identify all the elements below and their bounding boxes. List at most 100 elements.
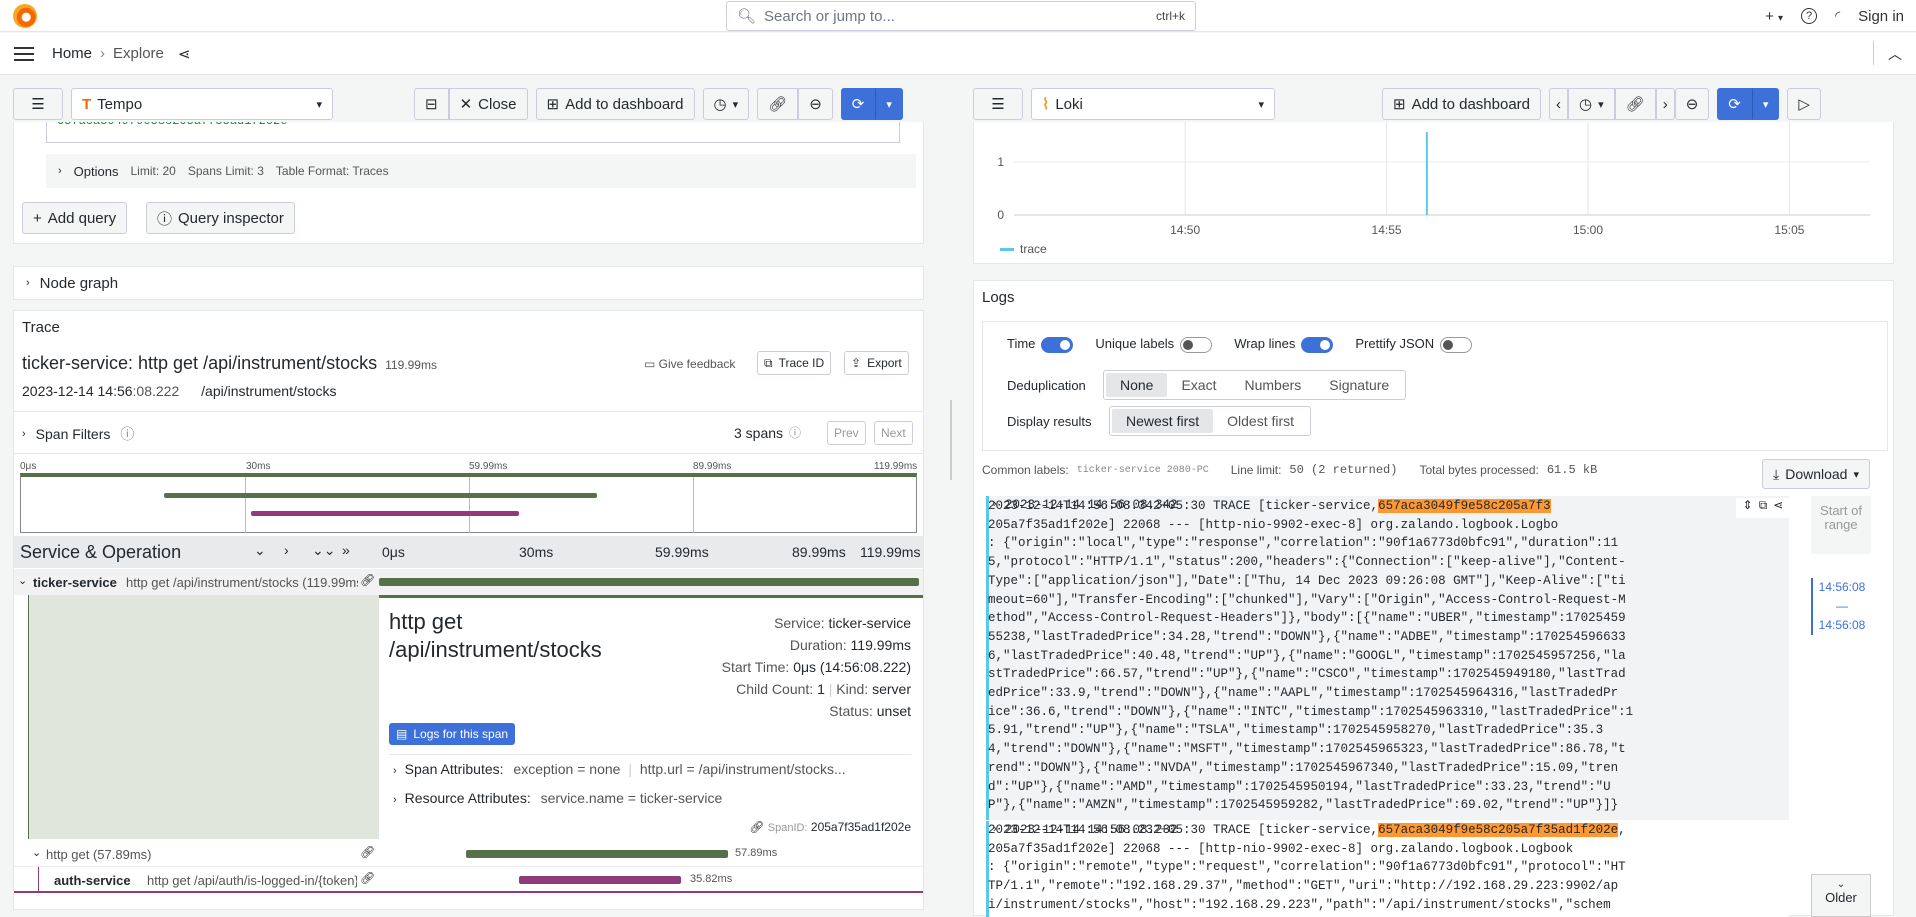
trace-id-input[interactable]: 657aca3049f9e58c205a7f35ad1f202e bbox=[46, 122, 900, 143]
toggle-switch bbox=[1440, 336, 1473, 353]
link-icon[interactable]: 🔗︎ bbox=[360, 573, 375, 587]
next-button[interactable]: Next bbox=[874, 421, 913, 445]
sign-in-link[interactable]: Sign in bbox=[1858, 8, 1904, 25]
collapse-icon[interactable]: ︿ bbox=[1888, 44, 1902, 64]
span-row[interactable]: ⌄ http get (57.89ms) 🔗︎ 57.89ms bbox=[14, 841, 923, 867]
add-to-dashboard-button-right[interactable]: ⊞ Add to dashboard bbox=[1382, 88, 1542, 120]
node-graph-panel[interactable]: › Node graph bbox=[13, 266, 924, 300]
dedup-radio-group: None Exact Numbers Signature bbox=[1103, 370, 1407, 400]
link-icon[interactable]: 🔗︎ bbox=[749, 820, 764, 834]
close-label: Close bbox=[478, 95, 517, 113]
logs-for-span-button[interactable]: ▤ Logs for this span bbox=[389, 723, 516, 745]
time-picker-left[interactable]: ◷ ▾ bbox=[702, 88, 750, 120]
zoom-out-button[interactable]: ⊖ bbox=[798, 88, 833, 120]
datasource-picker-left[interactable]: T Tempo ▾ bbox=[71, 88, 333, 120]
span-child-count: 1 bbox=[817, 681, 825, 697]
collapse-all-icon[interactable]: ⌄⌄ bbox=[312, 542, 335, 559]
top-bar: 🔍︎ Search or jump to... ctrl+k + ▾ ? ◜ S… bbox=[0, 0, 1916, 32]
sync-times-button[interactable]: 🔗︎ bbox=[757, 88, 799, 120]
trace-id-button[interactable]: ⧉ Trace ID bbox=[757, 351, 832, 375]
download-button[interactable]: ⤓ Download ▾ bbox=[1762, 459, 1870, 489]
meta-label: Kind: bbox=[836, 681, 869, 697]
unique-labels-toggle[interactable]: Unique labels bbox=[1095, 336, 1213, 353]
range-marker[interactable]: 14:56:08 — 14:56:08 bbox=[1811, 578, 1871, 635]
run-query-dropdown-left[interactable]: ▾ bbox=[875, 88, 903, 120]
trace-url: /api/instrument/stocks bbox=[201, 383, 337, 399]
export-button[interactable]: ⇪ Export bbox=[844, 351, 909, 375]
minimap-tick: 30ms bbox=[246, 461, 271, 472]
prettify-json-toggle[interactable]: Prettify JSON bbox=[1355, 336, 1473, 353]
query-options-row[interactable]: › Options Limit: 20 Spans Limit: 3 Table… bbox=[46, 154, 916, 188]
chevron-down-icon: ⌄ bbox=[32, 847, 42, 859]
span-row[interactable]: auth-service http get /api/auth/is-logge… bbox=[14, 867, 923, 893]
run-query-button-right[interactable]: ⟳ bbox=[1717, 88, 1752, 120]
older-logs-button[interactable]: ⌄ Older bbox=[1811, 874, 1871, 917]
collapse-one-icon[interactable]: ⌄ bbox=[254, 542, 266, 559]
add-query-label: Add query bbox=[47, 209, 117, 227]
add-to-dashboard-button-left[interactable]: ⊞ Add to dashboard bbox=[535, 88, 695, 120]
toggle-label: Time bbox=[1007, 336, 1036, 351]
add-query-button[interactable]: + Add query bbox=[22, 202, 128, 234]
display-row: Display results Newest first Oldest firs… bbox=[1007, 406, 1312, 436]
newest-first[interactable]: Newest first bbox=[1112, 409, 1214, 433]
dedup-none[interactable]: None bbox=[1106, 373, 1168, 397]
log-line: ethod","Access-Control-Request-Headers"]… bbox=[988, 611, 1626, 626]
link-icon[interactable]: 🔗︎ bbox=[360, 845, 375, 859]
split-icon-button[interactable]: ⊟ bbox=[414, 88, 449, 120]
close-split-button[interactable]: ✕ Close bbox=[448, 88, 528, 120]
search-input[interactable]: 🔍︎ Search or jump to... ctrl+k bbox=[726, 1, 1196, 31]
query-inspector-button[interactable]: ⓘ Query inspector bbox=[146, 202, 295, 234]
span-row[interactable]: ⌄ ticker-service http get /api/instrumen… bbox=[14, 569, 923, 595]
wrap-lines-toggle[interactable]: Wrap lines bbox=[1234, 336, 1334, 353]
time-forward-button[interactable]: › bbox=[1655, 88, 1675, 120]
expand-all-icon[interactable]: » bbox=[342, 542, 350, 558]
log-message: 2023-12-14T14:56:08.342+05:30 TRACE [tic… bbox=[988, 497, 1804, 815]
span-attributes-row[interactable]: › Span Attributes: exception = none | htt… bbox=[393, 761, 846, 777]
dedup-exact[interactable]: Exact bbox=[1167, 373, 1230, 397]
run-query-dropdown-right[interactable]: ▾ bbox=[1751, 88, 1780, 120]
breadcrumb-home[interactable]: Home bbox=[52, 45, 92, 62]
rss-icon[interactable]: ◜ bbox=[1835, 8, 1840, 24]
sync-times-button-right[interactable]: 🔗︎ bbox=[1614, 88, 1656, 120]
dedup-numbers[interactable]: Numbers bbox=[1230, 373, 1315, 397]
content-outline-button[interactable]: ☰ bbox=[13, 88, 63, 120]
breadcrumb-explore[interactable]: Explore bbox=[113, 45, 164, 62]
run-query-button-left[interactable]: ⟳ bbox=[840, 88, 876, 120]
share-icon[interactable]: ⋖ bbox=[178, 45, 191, 63]
datasource-picker-right[interactable]: ⌇ Loki ▾ bbox=[1031, 88, 1275, 120]
resource-attributes-row[interactable]: › Resource Attributes: service.name = tic… bbox=[393, 790, 722, 806]
grafana-logo-icon[interactable] bbox=[13, 4, 37, 28]
span-filters-toggle[interactable]: › Span Filters ⓘ bbox=[22, 424, 134, 444]
span-detail-indent bbox=[28, 595, 379, 839]
chevron-down-icon: ▾ bbox=[316, 98, 322, 111]
display-label: Display results bbox=[1007, 413, 1092, 429]
live-tail-button[interactable]: ▷ bbox=[1787, 88, 1821, 120]
time-toggle[interactable]: Time bbox=[1007, 336, 1074, 353]
toggle-label: Prettify JSON bbox=[1355, 336, 1435, 351]
minimap-gridline bbox=[469, 477, 470, 533]
plus-icon: + bbox=[1765, 7, 1774, 25]
zoom-out-button-right[interactable]: ⊖ bbox=[1674, 88, 1710, 120]
log-text: 2023-12-14T14:56:08.342+05:30 TRACE [tic… bbox=[988, 499, 1379, 513]
help-icon[interactable]: ? bbox=[1801, 8, 1818, 24]
prev-button[interactable]: Prev bbox=[827, 421, 866, 445]
left-pane-actions: ⊟ ✕ Close ⊞ Add to dashboard ◷ ▾ 🔗︎ ⊖ ⟳ ▾ bbox=[414, 88, 903, 120]
time-picker-right[interactable]: ◷ ▾ bbox=[1568, 88, 1615, 120]
divider bbox=[14, 453, 923, 454]
oldest-first[interactable]: Oldest first bbox=[1213, 409, 1308, 433]
time-back-button[interactable]: ‹ bbox=[1549, 88, 1569, 120]
trace-minimap[interactable]: 0μs 30ms 59.99ms 89.99ms 119.99ms bbox=[20, 459, 917, 537]
new-menu-button[interactable]: + ▾ bbox=[1765, 8, 1783, 25]
give-feedback-link[interactable]: ▭ Give feedback bbox=[644, 357, 735, 371]
list-icon: ☰ bbox=[991, 96, 1005, 113]
expand-one-icon[interactable]: › bbox=[284, 542, 289, 558]
menu-icon[interactable] bbox=[14, 46, 34, 61]
link-icon[interactable]: 🔗︎ bbox=[360, 871, 375, 885]
dedup-signature[interactable]: Signature bbox=[1315, 373, 1403, 397]
log-line: P"},{"name":"AMZN","timestamp":170254595… bbox=[988, 798, 1619, 813]
datasource-name: Loki bbox=[1055, 95, 1083, 113]
start-of-range-button[interactable]: Start of range bbox=[1811, 496, 1871, 554]
chart-legend[interactable]: trace bbox=[1000, 242, 1047, 256]
content-outline-button-right[interactable]: ☰ bbox=[973, 88, 1023, 120]
pane-splitter[interactable] bbox=[950, 400, 952, 480]
